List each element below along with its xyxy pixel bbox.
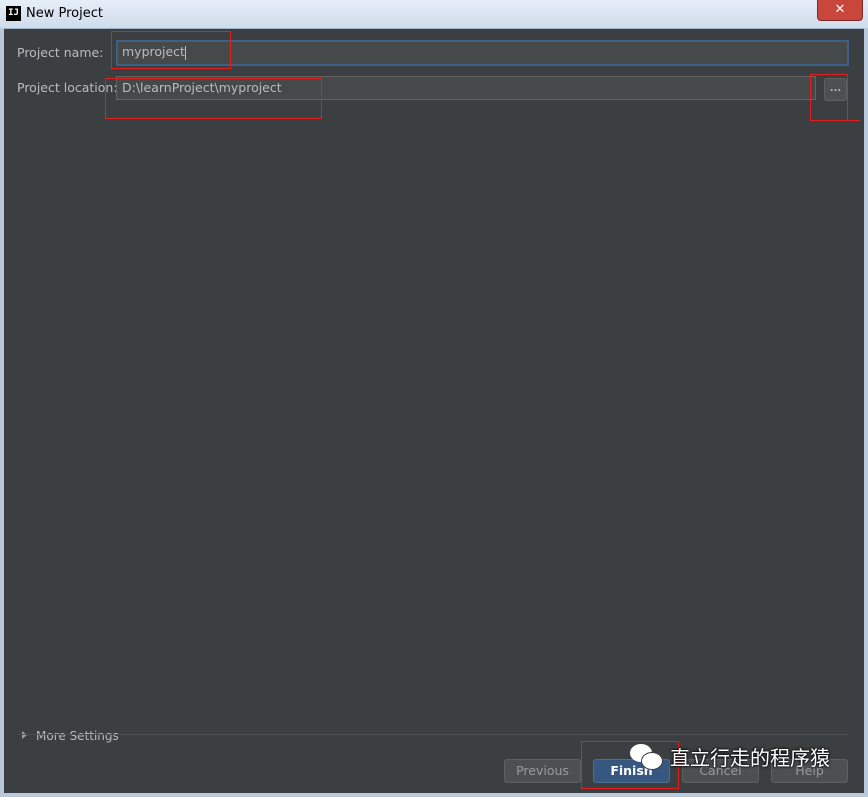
watermark: 直立行走的程序猿	[628, 742, 830, 772]
window-frame-left	[0, 28, 4, 797]
previous-button[interactable]: Previous	[504, 759, 581, 783]
footer-divider	[18, 734, 848, 735]
annotation-box-browse	[810, 74, 848, 121]
window-frame-right	[864, 28, 868, 797]
watermark-text: 直立行走的程序猿	[670, 746, 830, 770]
window-frame-bottom	[0, 793, 868, 797]
project-name-label: Project name:	[17, 45, 104, 60]
new-project-dialog: IJ New Project ✕ Project name: myproject…	[0, 0, 868, 797]
project-location-label: Project location:	[17, 80, 118, 95]
title-bar: IJ New Project ✕	[0, 0, 868, 29]
wechat-icon	[628, 742, 664, 772]
annotation-mark	[848, 120, 860, 121]
intellij-app-icon: IJ	[6, 6, 21, 21]
more-settings-toggle[interactable]: More Settings	[22, 729, 119, 743]
expand-triangle-icon	[22, 731, 27, 739]
more-settings-label: More Settings	[36, 729, 119, 743]
close-button[interactable]: ✕	[817, 0, 863, 21]
annotation-box-location	[105, 78, 322, 119]
annotation-box-name	[111, 31, 231, 69]
window-title: New Project	[26, 6, 103, 21]
